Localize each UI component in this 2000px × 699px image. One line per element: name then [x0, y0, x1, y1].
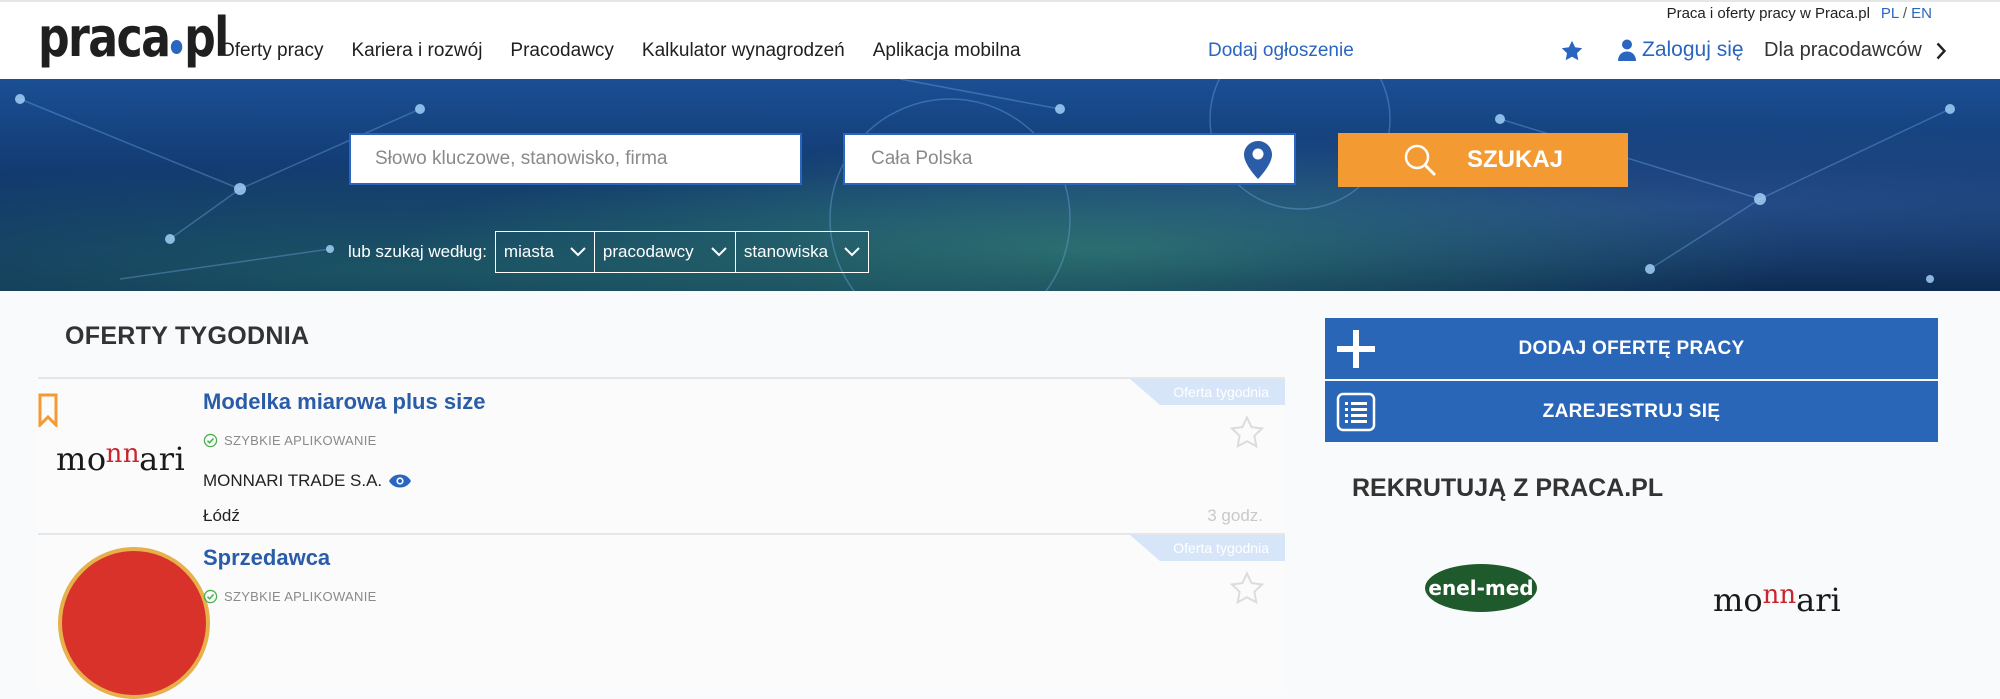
nav-career[interactable]: Kariera i rozwój — [351, 40, 482, 62]
logo-part: ari — [139, 440, 186, 478]
hero-search-banner: SZUKAJ lub szukaj według: miasta pracoda… — [0, 79, 2000, 291]
select-position[interactable]: stanowiska — [734, 231, 869, 273]
logo-part: mo — [56, 440, 107, 478]
keyword-search-input[interactable] — [349, 133, 802, 185]
add-ad-link[interactable]: Dodaj ogłoszenie — [1208, 40, 1354, 62]
offer-of-week-ribbon: Oferta tygodnia — [1130, 379, 1285, 405]
lang-en[interactable]: EN — [1911, 5, 1932, 22]
offer-title-link[interactable]: Modelka miarowa plus size — [203, 389, 485, 415]
location-pin-icon[interactable] — [1244, 141, 1272, 179]
select-position-label: stanowiska — [743, 242, 829, 261]
user-icon — [1618, 39, 1636, 61]
register-label: ZAREJESTRUJ SIĘ — [1542, 400, 1721, 422]
eye-icon[interactable] — [388, 474, 412, 488]
nav-salary-calculator[interactable]: Kalkulator wynagrodzeń — [642, 40, 845, 62]
location-search-input[interactable] — [845, 135, 1225, 183]
check-circle-icon — [203, 433, 218, 448]
nav-mobile-app[interactable]: Aplikacja mobilna — [873, 40, 1021, 62]
search-button[interactable]: SZUKAJ — [1338, 133, 1628, 187]
logo-part: mo — [1713, 581, 1763, 619]
logo-text-left: praca — [38, 6, 171, 69]
lang-separator: / — [1902, 5, 1907, 22]
search-by-label: lub szukaj według: — [348, 242, 487, 261]
nav-job-offers[interactable]: Oferty pracy — [220, 40, 323, 62]
chevron-down-icon — [570, 247, 586, 257]
chevron-down-icon — [844, 247, 860, 257]
select-city[interactable]: miasta — [494, 231, 595, 273]
quick-apply-label: SZYBKIE APLIKOWANIE — [224, 433, 377, 448]
company-logo-monnari[interactable]: monnari — [56, 439, 185, 478]
search-by-row: lub szukaj według: miasta pracodawcy sta… — [348, 231, 869, 273]
nav-employers[interactable]: Pracodawcy — [510, 40, 614, 62]
job-offer-card[interactable]: Oferta tygodnia Sprzedawca SZYBKIE APLIK… — [38, 533, 1285, 699]
add-job-offer-button[interactable]: DODAJ OFERTĘ PRACY — [1325, 318, 1938, 379]
check-circle-icon — [203, 589, 218, 604]
praca-logo[interactable]: praca pl — [38, 6, 229, 69]
offer-title-link[interactable]: Sprzedawca — [203, 545, 330, 571]
logo-part: ari — [1796, 581, 1841, 619]
quick-apply-label: SZYBKIE APLIKOWANIE — [224, 589, 377, 604]
offers-of-the-week-section: OFERTY TYGODNIA Oferta tygodnia monnari … — [38, 292, 1285, 699]
logo-part-accent: nn — [1762, 580, 1797, 610]
company-logo-circle[interactable] — [58, 547, 210, 699]
add-job-offer-label: DODAJ OFERTĘ PRACY — [1518, 337, 1745, 359]
job-offer-card[interactable]: Oferta tygodnia monnari Modelka miarowa … — [38, 377, 1285, 533]
logo-part-accent: nn — [105, 439, 141, 469]
search-button-label: SZUKAJ — [1466, 146, 1563, 173]
offer-age: 3 godz. — [1207, 506, 1263, 525]
partner-logo-enel-med[interactable]: enel-med — [1425, 564, 1537, 612]
login-link[interactable]: Zaloguj się — [1618, 38, 1744, 62]
recruiting-title: REKRUTUJĄ Z PRACA.PL — [1352, 474, 1664, 502]
select-employer[interactable]: pracodawcy — [593, 231, 736, 273]
location-field[interactable] — [843, 133, 1296, 185]
select-city-label: miasta — [503, 242, 554, 261]
quick-apply-badge: SZYBKIE APLIKOWANIE — [203, 433, 377, 448]
search-icon — [1404, 144, 1436, 176]
favorite-star-icon[interactable] — [1229, 415, 1265, 451]
favorite-star-icon[interactable] — [1229, 571, 1265, 607]
for-employers-link[interactable]: Dla pracodawców — [1764, 39, 1946, 62]
employer-name-text[interactable]: MONNARI TRADE S.A. — [203, 471, 382, 491]
offer-of-week-ribbon: Oferta tygodnia — [1130, 535, 1285, 561]
partner-logo-monnari[interactable]: monnari — [1713, 580, 1841, 619]
register-button[interactable]: ZAREJESTRUJ SIĘ — [1325, 381, 1938, 442]
chevron-right-icon — [1936, 42, 1946, 59]
quick-apply-badge: SZYBKIE APLIKOWANIE — [203, 589, 377, 604]
language-switcher: PL / EN — [1881, 5, 1932, 22]
section-title: OFERTY TYGODNIA — [65, 322, 310, 350]
right-sidebar: DODAJ OFERTĘ PRACY ZAREJESTRUJ SIĘ REKRU… — [1325, 318, 1938, 619]
offer-city: Łódź — [203, 506, 240, 525]
logo-dot — [170, 40, 183, 54]
employer-name: MONNARI TRADE S.A. — [203, 471, 412, 491]
main-nav: Oferty pracy Kariera i rozwój Pracodawcy… — [220, 40, 1049, 62]
lang-pl[interactable]: PL — [1881, 5, 1899, 22]
chevron-down-icon — [711, 247, 727, 257]
login-label: Zaloguj się — [1642, 38, 1744, 61]
network-background-graphic — [15, 79, 1955, 291]
top-bar: praca pl Praca i oferty pracy w Praca.pl … — [0, 0, 2000, 79]
bookmark-icon[interactable] — [38, 393, 58, 427]
for-employers-label: Dla pracodawców — [1764, 39, 1922, 61]
site-tagline: Praca i oferty pracy w Praca.pl — [1666, 5, 1870, 22]
favorites-star-icon[interactable] — [1560, 39, 1584, 63]
select-employer-label: pracodawcy — [602, 242, 694, 261]
